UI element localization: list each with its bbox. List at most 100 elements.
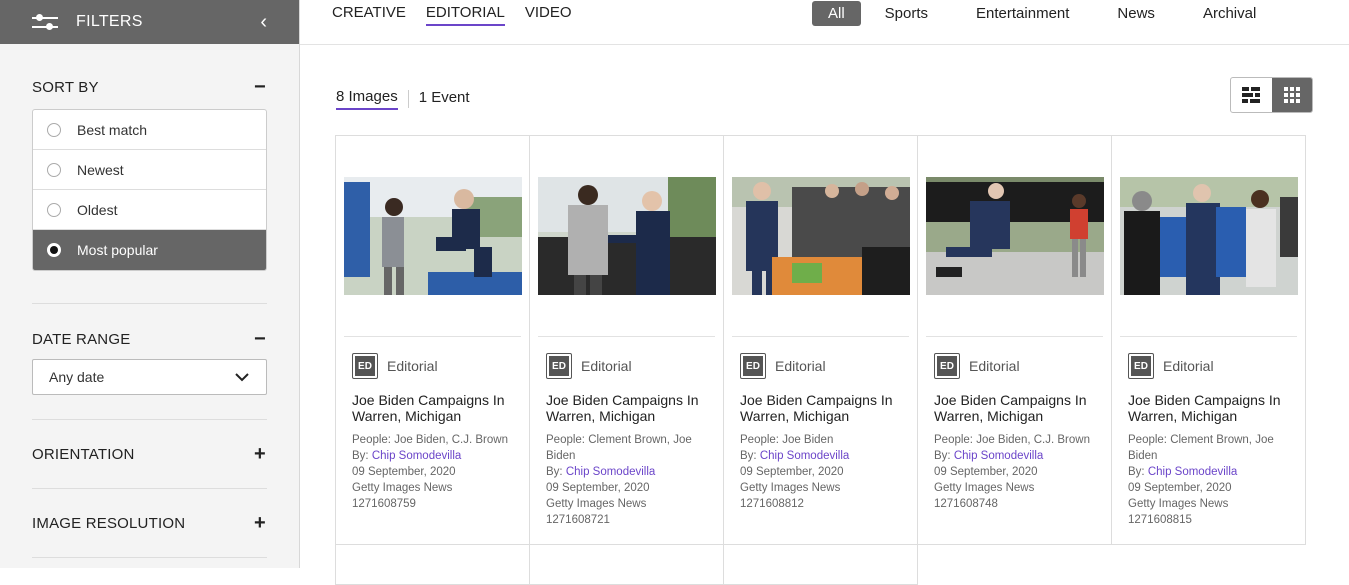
image-thumbnail[interactable] [732,177,910,295]
image-card[interactable]: ED Editorial Joe Biden Campaigns In Warr… [918,136,1112,545]
sort-option-label: Newest [77,161,124,178]
category-sports[interactable]: Sports [885,5,928,22]
filters-title: FILTERS [76,13,143,30]
image-card[interactable]: ED Editorial Joe Biden Campaigns In Warr… [336,136,530,545]
collapse-minus-icon[interactable]: − [253,329,267,349]
tab-events[interactable]: 1 Event [419,89,470,109]
sort-option-newest[interactable]: Newest [33,150,266,190]
top-navigation: CREATIVE EDITORIAL VIDEO All Sports Ente… [300,0,1349,45]
image-title[interactable]: Joe Biden Campaigns In Warren, Michigan [926,392,1103,424]
date-range-label: DATE RANGE [32,330,131,348]
by-label: By: [546,466,566,478]
collapse-chevron-icon[interactable]: ‹ [260,11,267,34]
orientation-label: ORIENTATION [32,445,135,463]
editorial-badge-icon: ED [934,353,960,379]
category-all[interactable]: All [812,1,861,26]
by-label: By: [934,450,954,462]
collection: Getty Images News [740,482,841,494]
image-title[interactable]: Joe Biden Campaigns In Warren, Michigan [1120,392,1297,424]
image-resolution-header[interactable]: IMAGE RESOLUTION + [32,513,267,533]
people: People: Clement Brown, Joe Biden [1128,434,1274,462]
image-thumbnail[interactable] [1120,177,1298,295]
view-mode-toggle [1230,77,1313,113]
tab-images[interactable]: 8 Images [336,88,398,110]
people: People: Clement Brown, Joe Biden [546,434,692,462]
card-divider [732,336,909,337]
image-id: 1271608815 [1128,514,1192,526]
photographer-link[interactable]: Chip Somodevilla [1148,466,1238,478]
photographer-link[interactable]: Chip Somodevilla [566,466,656,478]
filters-header[interactable]: FILTERS ‹ [0,0,299,44]
license-type: Editorial [581,358,632,374]
photographer-link[interactable]: Chip Somodevilla [760,450,850,462]
sliders-icon [32,12,58,32]
sort-by-section: SORT BY − Best match Newest Oldest Most … [32,44,267,304]
people: People: Joe Biden [740,434,834,446]
date: 09 September, 2020 [546,482,650,494]
image-meta: People: Joe Biden, C.J. Brown By: Chip S… [926,432,1103,512]
image-id: 1271608812 [740,498,804,510]
expand-plus-icon[interactable]: + [253,513,267,533]
grid-view-button[interactable] [1271,78,1312,112]
image-title[interactable]: Joe Biden Campaigns In Warren, Michigan [538,392,715,424]
category-archival[interactable]: Archival [1203,5,1256,22]
image-thumbnail[interactable] [926,177,1104,295]
radio-selected-icon[interactable] [47,243,61,257]
card-divider [926,336,1103,337]
tab-creative[interactable]: CREATIVE [332,4,406,26]
expand-plus-icon[interactable]: + [253,444,267,464]
license-type: Editorial [969,358,1020,374]
tab-video[interactable]: VIDEO [525,4,572,26]
by-label: By: [740,450,760,462]
orientation-header[interactable]: ORIENTATION + [32,444,267,464]
sort-option-label: Best match [77,121,148,138]
tab-editorial[interactable]: EDITORIAL [425,4,505,26]
image-card[interactable] [530,545,724,585]
license-type: Editorial [387,358,438,374]
photographer-link[interactable]: Chip Somodevilla [372,450,462,462]
radio-icon[interactable] [47,162,61,177]
date-range-header[interactable]: DATE RANGE − [32,329,267,349]
sort-option-oldest[interactable]: Oldest [33,190,266,230]
mosaic-icon [1242,87,1261,103]
category-tabs: All Sports Entertainment News Archival [812,0,1256,27]
photographer-link[interactable]: Chip Somodevilla [954,450,1044,462]
image-card[interactable] [336,545,530,585]
grid-icon [1283,87,1300,103]
card-divider [1120,336,1297,337]
image-meta: People: Clement Brown, Joe Biden By: Chi… [1120,432,1297,528]
image-thumbnail[interactable] [344,177,522,295]
image-resolution-section: IMAGE RESOLUTION + [32,489,267,558]
radio-icon[interactable] [47,202,61,217]
sort-option-best-match[interactable]: Best match [33,110,266,150]
category-entertainment[interactable]: Entertainment [976,5,1069,22]
collection: Getty Images News [546,498,647,510]
date: 09 September, 2020 [740,466,844,478]
date-range-value: Any date [49,369,105,385]
sort-by-header[interactable]: SORT BY − [32,77,267,97]
license-type: Editorial [775,358,826,374]
image-title[interactable]: Joe Biden Campaigns In Warren, Michigan [344,392,521,424]
editorial-badge-icon: ED [546,353,572,379]
image-card[interactable]: ED Editorial Joe Biden Campaigns In Warr… [724,136,918,545]
chevron-down-icon [235,373,249,382]
radio-icon[interactable] [47,122,61,137]
image-card[interactable]: ED Editorial Joe Biden Campaigns In Warr… [530,136,724,545]
image-card[interactable]: ED Editorial Joe Biden Campaigns In Warr… [1112,136,1306,545]
image-id: 1271608759 [352,498,416,510]
date-range-select[interactable]: Any date [32,359,267,395]
mosaic-view-button[interactable] [1231,78,1272,112]
collection: Getty Images News [934,482,1035,494]
sort-option-most-popular[interactable]: Most popular [33,230,266,270]
image-thumbnail[interactable] [538,177,716,295]
image-results-grid: ED Editorial Joe Biden Campaigns In Warr… [335,135,1306,585]
card-divider [344,336,521,337]
image-title[interactable]: Joe Biden Campaigns In Warren, Michigan [732,392,909,424]
category-news[interactable]: News [1117,5,1155,22]
collapse-minus-icon[interactable]: − [253,77,267,97]
result-tabs: 8 Images 1 Event [336,88,470,110]
people: People: Joe Biden, C.J. Brown [352,434,508,446]
editorial-badge-icon: ED [352,353,378,379]
orientation-section: ORIENTATION + [32,420,267,489]
image-card[interactable] [724,545,918,585]
